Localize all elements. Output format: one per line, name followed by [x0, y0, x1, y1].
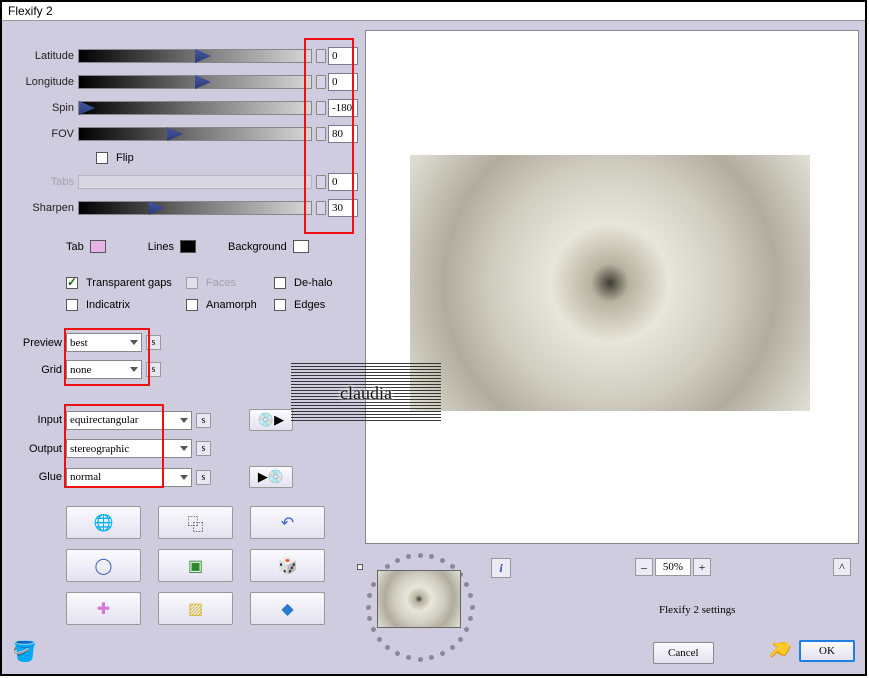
- zoom-controls: – 50% +: [635, 558, 711, 576]
- thumbnail-handle[interactable]: [357, 564, 363, 570]
- tool-undo-icon[interactable]: ↶: [250, 506, 325, 539]
- bg-color-swatch[interactable]: [293, 240, 309, 253]
- tool-globe-icon[interactable]: 🌐: [66, 506, 141, 539]
- dehalo-label: De-halo: [294, 277, 333, 289]
- tool-gem-icon[interactable]: ◆: [250, 592, 325, 625]
- zoom-value: 50%: [655, 558, 691, 576]
- tool-dice-icon[interactable]: 🎲: [250, 549, 325, 582]
- fov-label: FOV: [6, 128, 78, 140]
- latitude-input[interactable]: [328, 47, 358, 65]
- slider-fov: FOV: [6, 122, 358, 146]
- grid-label: Grid: [6, 364, 66, 376]
- tool-torus-icon[interactable]: ◯: [66, 549, 141, 582]
- flip-checkbox[interactable]: [96, 152, 108, 164]
- tabs-nudge[interactable]: [316, 175, 326, 189]
- zoom-in-button[interactable]: +: [693, 558, 711, 576]
- lines-color-label: Lines: [148, 241, 174, 253]
- glue-label: Glue: [6, 471, 66, 483]
- fov-nudge[interactable]: [316, 127, 326, 141]
- anamorph-label: Anamorph: [206, 299, 257, 311]
- lines-color-swatch[interactable]: [180, 240, 196, 253]
- flip-label: Flip: [116, 152, 134, 164]
- paint-bucket-icon[interactable]: 🪣: [12, 639, 37, 664]
- tabs-slider: [78, 175, 312, 189]
- preview-canvas[interactable]: [365, 30, 859, 544]
- faces-checkbox: [186, 277, 198, 289]
- fov-input[interactable]: [328, 125, 358, 143]
- spin-input[interactable]: [328, 99, 358, 117]
- tool-chip-icon[interactable]: ▣: [158, 549, 233, 582]
- tool-copy-icon[interactable]: ⿻: [158, 506, 233, 539]
- longitude-label: Longitude: [6, 76, 78, 88]
- sharpen-nudge[interactable]: [316, 201, 326, 215]
- info-button[interactable]: i: [491, 558, 511, 578]
- latitude-slider[interactable]: [78, 49, 312, 63]
- preview-dropdown[interactable]: best: [66, 333, 142, 352]
- spin-slider[interactable]: [78, 101, 312, 115]
- output-label: Output: [6, 443, 66, 455]
- fov-slider[interactable]: [78, 127, 312, 141]
- tabs-label: Tabs: [6, 176, 78, 188]
- indicatrix-checkbox[interactable]: [66, 299, 78, 311]
- output-dropdown[interactable]: stereographic: [66, 439, 192, 458]
- settings-title: Flexify 2 settings: [659, 604, 735, 616]
- longitude-input[interactable]: [328, 73, 358, 91]
- tool-cross-icon[interactable]: ✚: [66, 592, 141, 625]
- tabs-input[interactable]: [328, 173, 358, 191]
- latitude-label: Latitude: [6, 50, 78, 62]
- zoom-out-button[interactable]: –: [635, 558, 653, 576]
- slider-tabs: Tabs: [6, 170, 358, 194]
- glue-save-button[interactable]: s: [196, 470, 211, 485]
- bg-color-label: Background: [228, 241, 287, 253]
- preview-save-button[interactable]: s: [146, 335, 161, 350]
- transparent-gaps-label: Transparent gaps: [86, 277, 172, 289]
- thumbnail-image: [377, 570, 461, 628]
- tool-block-icon[interactable]: ▨: [158, 592, 233, 625]
- slider-longitude: Longitude: [6, 70, 358, 94]
- tab-color-label: Tab: [66, 241, 84, 253]
- sharpen-slider[interactable]: [78, 201, 312, 215]
- dehalo-checkbox[interactable]: [274, 277, 286, 289]
- slider-sharpen: Sharpen: [6, 196, 358, 220]
- tab-color-swatch[interactable]: [90, 240, 106, 253]
- longitude-nudge[interactable]: [316, 75, 326, 89]
- transparent-gaps-checkbox[interactable]: [66, 277, 78, 289]
- input-label: Input: [6, 414, 66, 426]
- longitude-slider[interactable]: [78, 75, 312, 89]
- zoom-reset-button[interactable]: ^: [833, 558, 851, 576]
- latitude-nudge[interactable]: [316, 49, 326, 63]
- grid-save-button[interactable]: s: [146, 362, 161, 377]
- spin-label: Spin: [6, 102, 78, 114]
- output-save-button[interactable]: s: [196, 441, 211, 456]
- edges-label: Edges: [294, 299, 325, 311]
- grid-dropdown[interactable]: none: [66, 360, 142, 379]
- faces-label: Faces: [206, 277, 236, 289]
- slider-spin: Spin: [6, 96, 358, 120]
- sharpen-input[interactable]: [328, 199, 358, 217]
- navigator-thumbnail[interactable]: [365, 552, 475, 662]
- anamorph-checkbox[interactable]: [186, 299, 198, 311]
- window-title: Flexify 2: [2, 2, 865, 21]
- preview-image: [410, 155, 810, 411]
- cancel-button[interactable]: Cancel: [653, 642, 714, 664]
- rec-play-button[interactable]: 💿▶: [249, 409, 293, 431]
- ok-button[interactable]: OK: [799, 640, 855, 662]
- indicatrix-label: Indicatrix: [86, 299, 130, 311]
- glue-dropdown[interactable]: normal: [66, 468, 192, 487]
- input-save-button[interactable]: s: [196, 413, 211, 428]
- edges-checkbox[interactable]: [274, 299, 286, 311]
- sharpen-label: Sharpen: [6, 202, 78, 214]
- slider-latitude: Latitude: [6, 44, 358, 68]
- spin-nudge[interactable]: [316, 101, 326, 115]
- play-rec-button[interactable]: ▶💿: [249, 466, 293, 488]
- preview-label: Preview: [6, 337, 66, 349]
- input-dropdown[interactable]: equirectangular: [66, 411, 192, 430]
